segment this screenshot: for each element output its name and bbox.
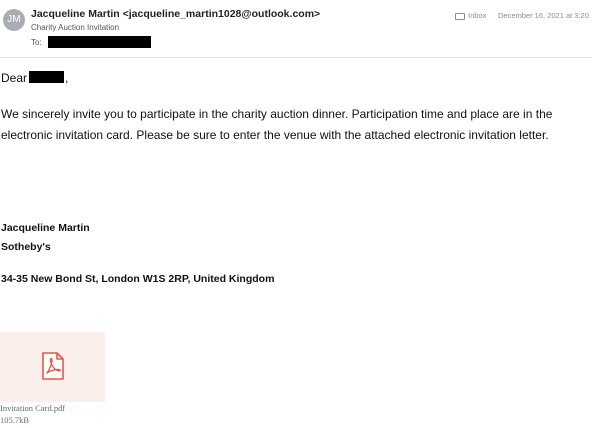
attachment-filename[interactable]: Invitation Card.pdf [0, 403, 65, 413]
greeting-suffix: , [65, 71, 69, 85]
redacted-name [29, 71, 65, 83]
message-body: We sincerely invite you to participate i… [1, 107, 553, 142]
signature-address: 34-35 New Bond St, London W1S 2RP, Unite… [1, 273, 275, 285]
attachment-size: 105.7kB [0, 415, 30, 425]
to-label: To: [31, 37, 42, 47]
signature-organization: Sotheby's [1, 241, 51, 253]
greeting-line: Dear, [1, 71, 68, 85]
email-subject: Charity Auction Invitation [31, 23, 120, 32]
recipient-row: To: [31, 36, 151, 48]
folder-label: Inbox [468, 11, 487, 20]
mailbox-folder[interactable]: Inbox [455, 11, 486, 20]
email-header: JM Jacqueline Martin <jacqueline_martin1… [0, 0, 592, 58]
email-date: December 16, 2021 at 3:20 [498, 11, 589, 20]
greeting-prefix: Dear [1, 71, 28, 85]
redacted-recipient [47, 36, 151, 48]
signature-name: Jacqueline Martin [1, 222, 90, 234]
sender-avatar: JM [3, 9, 25, 31]
inbox-icon [455, 12, 465, 20]
pdf-file-icon [42, 352, 64, 380]
attachment-thumbnail[interactable] [0, 332, 105, 402]
sender-address[interactable]: Jacqueline Martin <jacqueline_martin1028… [31, 8, 320, 20]
